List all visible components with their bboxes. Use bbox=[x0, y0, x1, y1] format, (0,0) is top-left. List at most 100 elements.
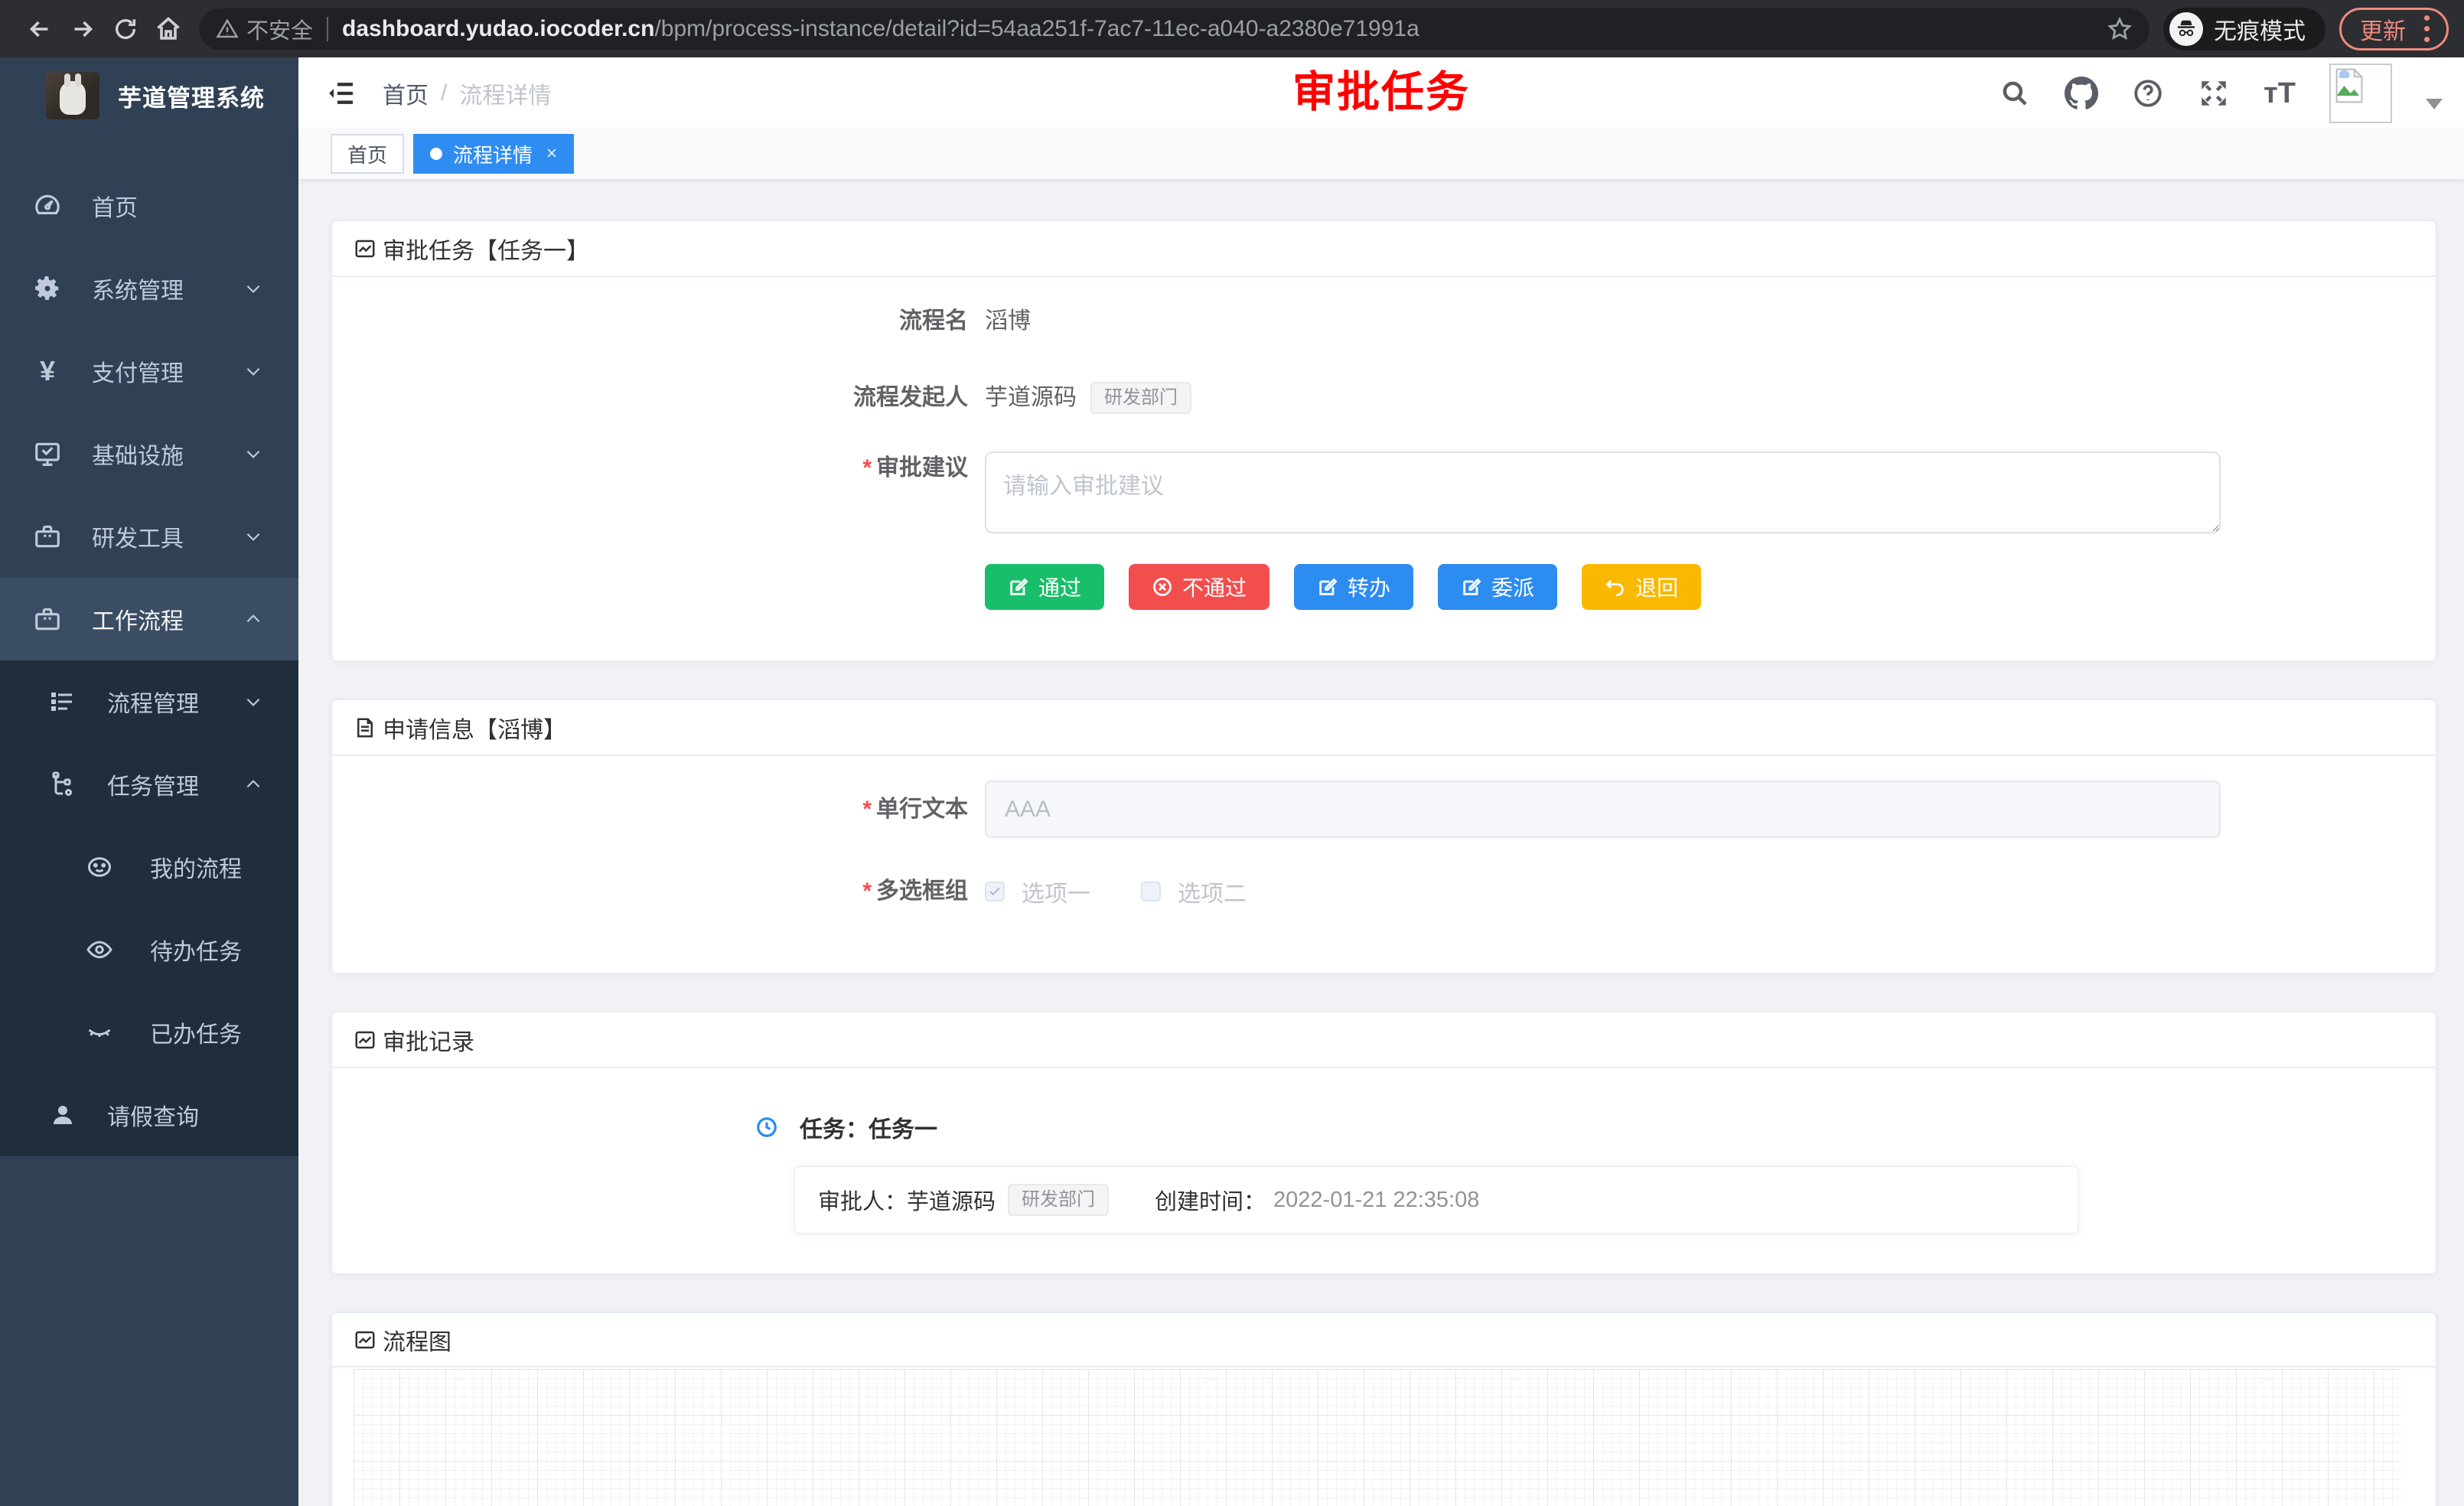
url-text: dashboard.yudao.iocoder.cn/bpm/process-i… bbox=[342, 16, 2096, 42]
sidebar-item-system[interactable]: 系统管理 bbox=[0, 247, 298, 330]
address-bar[interactable]: 不安全 dashboard.yudao.iocoder.cn/bpm/proce… bbox=[199, 8, 2149, 50]
avatar-caret-icon[interactable] bbox=[2426, 99, 2443, 109]
page-content: 审批任务【任务一】 流程名 滔博 流程发起人 芋道源码 研发部门 bbox=[298, 181, 2464, 1506]
sidebar-item-workflow[interactable]: 工作流程 bbox=[0, 578, 298, 660]
clock-icon bbox=[755, 1116, 778, 1139]
sidebar-item-task-mgmt[interactable]: 任务管理 bbox=[0, 743, 298, 826]
task-line: 任务：任务一 bbox=[800, 1110, 937, 1144]
insecure-label: 不安全 bbox=[246, 13, 313, 45]
sidebar-item-leave-query[interactable]: 请假查询 bbox=[0, 1074, 298, 1156]
sidebar: 芋道管理系统 首页 系统管理 ¥ bbox=[0, 57, 298, 1506]
github-icon[interactable] bbox=[2065, 77, 2098, 110]
browser-menu-icon[interactable] bbox=[2420, 12, 2434, 45]
sidebar-item-label: 任务管理 bbox=[107, 768, 243, 801]
help-icon[interactable] bbox=[2132, 77, 2164, 109]
app-header: 首页 / 流程详情 审批任务 bbox=[298, 57, 2464, 129]
diagram-body bbox=[332, 1367, 2436, 1506]
tree-icon bbox=[47, 771, 78, 798]
tags-view-bar: 首页 流程详情 × bbox=[298, 129, 2464, 181]
chevron-down-icon bbox=[243, 444, 263, 464]
text-field-label: 单行文本 bbox=[876, 797, 968, 822]
sidebar-item-label: 研发工具 bbox=[92, 520, 243, 553]
sidebar-item-home[interactable]: 首页 bbox=[0, 165, 298, 247]
delegate-button[interactable]: 委派 bbox=[1438, 564, 1557, 610]
sidebar-item-infra[interactable]: 基础设施 bbox=[0, 412, 298, 495]
forward-icon[interactable] bbox=[61, 8, 104, 51]
diagram-card-title-text: 流程图 bbox=[383, 1323, 451, 1357]
sidebar-item-devtools[interactable]: 研发工具 bbox=[0, 495, 298, 578]
chevron-down-icon bbox=[243, 692, 263, 712]
approval-card-header: 审批任务【任务一】 bbox=[332, 221, 2436, 277]
sidebar-item-label: 我的流程 bbox=[150, 850, 298, 884]
record-task-row: 任务：任务一 bbox=[755, 1110, 2436, 1144]
user-icon bbox=[47, 1101, 78, 1129]
update-button[interactable]: 更新 bbox=[2339, 8, 2449, 51]
update-label: 更新 bbox=[2360, 12, 2406, 46]
suggest-textarea[interactable] bbox=[985, 451, 2221, 533]
delegate-label: 委派 bbox=[1491, 572, 1534, 602]
toolbox-icon bbox=[32, 605, 63, 634]
yen-icon: ¥ bbox=[32, 357, 63, 385]
required-asterisk: * bbox=[862, 878, 872, 904]
close-tab-icon[interactable]: × bbox=[546, 143, 557, 165]
sidebar-item-my-process[interactable]: 我的流程 bbox=[0, 826, 298, 908]
option1-label: 选项一 bbox=[1022, 875, 1090, 908]
record-card-title-text: 审批记录 bbox=[383, 1023, 474, 1057]
checkbox-group: 选项一 选项二 bbox=[985, 875, 1280, 908]
reject-button[interactable]: 不通过 bbox=[1129, 564, 1269, 610]
sidebar-item-label: 工作流程 bbox=[92, 602, 243, 636]
home-icon[interactable] bbox=[147, 8, 190, 51]
app-logo bbox=[46, 72, 99, 119]
font-size-icon[interactable]: ᴛT bbox=[2264, 79, 2296, 108]
approve-button[interactable]: 通过 bbox=[985, 564, 1104, 610]
suggest-label: 审批建议 bbox=[876, 455, 968, 481]
approve-label: 通过 bbox=[1038, 572, 1081, 602]
approver-label: 审批人： bbox=[818, 1184, 907, 1216]
sidebar-item-process-mgmt[interactable]: 流程管理 bbox=[0, 660, 298, 743]
collapse-sidebar-icon[interactable] bbox=[326, 78, 357, 109]
sidebar-item-label: 已办任务 bbox=[150, 1015, 298, 1049]
time-value: 2022-01-21 22:35:08 bbox=[1273, 1188, 1479, 1213]
record-card-title: 审批记录 bbox=[354, 1023, 474, 1057]
breadcrumb-home[interactable]: 首页 bbox=[383, 77, 429, 110]
tab-home[interactable]: 首页 bbox=[331, 134, 404, 174]
browser-toolbar: 不安全 dashboard.yudao.iocoder.cn/bpm/proce… bbox=[0, 0, 2464, 57]
diagram-card-title: 流程图 bbox=[354, 1323, 451, 1357]
page-root: 不安全 dashboard.yudao.iocoder.cn/bpm/proce… bbox=[0, 0, 2464, 1506]
required-asterisk: * bbox=[862, 797, 872, 822]
tab-process-detail[interactable]: 流程详情 × bbox=[413, 134, 574, 174]
approver-value: 芋道源码 bbox=[907, 1184, 996, 1216]
avatar[interactable] bbox=[2329, 64, 2392, 123]
tab-detail-label: 流程详情 bbox=[453, 140, 533, 168]
fullscreen-icon[interactable] bbox=[2198, 77, 2230, 109]
approval-card-title: 审批任务【任务一】 bbox=[354, 232, 589, 266]
bookmark-star-icon[interactable] bbox=[2107, 16, 2133, 42]
chevron-down-icon bbox=[243, 361, 263, 381]
record-body: 任务：任务一 审批人： 芋道源码 研发部门 创建时间： 2022-01-21 2… bbox=[332, 1068, 2436, 1234]
tab-home-label: 首页 bbox=[347, 140, 387, 168]
sidebar-item-payment[interactable]: ¥ 支付管理 bbox=[0, 330, 298, 412]
monitor-icon bbox=[32, 439, 63, 468]
sidebar-item-label: 请假查询 bbox=[107, 1098, 298, 1132]
time-label: 创建时间： bbox=[1155, 1184, 1266, 1216]
apply-info-card: 申请信息【滔博】 *单行文本 *多选框组 bbox=[331, 699, 2437, 974]
return-label: 退回 bbox=[1635, 572, 1678, 602]
url-divider bbox=[327, 17, 328, 41]
breadcrumb: 首页 / 流程详情 bbox=[383, 77, 551, 110]
eye-off-icon bbox=[84, 1019, 115, 1046]
bpmn-grid-canvas[interactable] bbox=[354, 1369, 2401, 1506]
approval-task-card: 审批任务【任务一】 流程名 滔博 流程发起人 芋道源码 研发部门 bbox=[331, 220, 2437, 662]
reload-icon[interactable] bbox=[104, 8, 147, 51]
insecure-warning-icon bbox=[216, 18, 239, 41]
checkbox-group-label: 多选框组 bbox=[876, 878, 968, 904]
search-icon[interactable] bbox=[1999, 77, 2031, 109]
back-icon[interactable] bbox=[18, 8, 61, 51]
transfer-button[interactable]: 转办 bbox=[1294, 564, 1413, 610]
transfer-label: 转办 bbox=[1348, 572, 1390, 602]
sidebar-item-done-tasks[interactable]: 已办任务 bbox=[0, 991, 298, 1074]
suggest-row: *审批建议 bbox=[332, 451, 2436, 533]
chevron-up-icon bbox=[243, 774, 263, 794]
return-button[interactable]: 退回 bbox=[1582, 564, 1701, 610]
checkbox-group-row: *多选框组 选项一 选项二 bbox=[332, 875, 2436, 908]
sidebar-item-todo-tasks[interactable]: 待办任务 bbox=[0, 908, 298, 991]
